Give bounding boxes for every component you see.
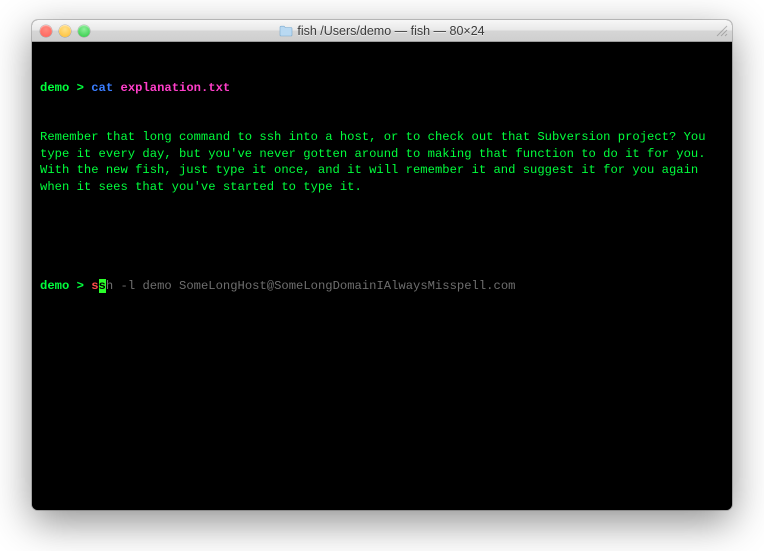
cursor-icon: s [99, 279, 106, 293]
prompt-user: demo [40, 81, 69, 95]
close-icon[interactable] [40, 25, 52, 37]
prompt-separator: > [69, 81, 91, 95]
zoom-icon[interactable] [78, 25, 90, 37]
blank-line [40, 228, 724, 244]
window-title: fish /Users/demo — fish — 80×24 [297, 24, 484, 38]
prompt-line-2: demo > ssh -l demo SomeLongHost@SomeLong… [40, 278, 724, 294]
titlebar[interactable]: fish /Users/demo — fish — 80×24 [32, 20, 732, 42]
command-name: cat [91, 81, 113, 95]
command-argument: explanation.txt [121, 81, 231, 95]
terminal-window: fish /Users/demo — fish — 80×24 demo > c… [32, 20, 732, 510]
prompt-user: demo [40, 279, 69, 293]
window-title-wrap: fish /Users/demo — fish — 80×24 [32, 24, 732, 38]
prompt-separator: > [69, 279, 91, 293]
prompt-line-1: demo > cat explanation.txt [40, 80, 724, 96]
resize-icon[interactable] [714, 23, 728, 37]
folder-icon [279, 25, 293, 37]
terminal-body[interactable]: demo > cat explanation.txt Remember that… [32, 42, 732, 510]
autosuggestion: h -l demo SomeLongHost@SomeLongDomainIAl… [106, 279, 516, 293]
typed-input: s [91, 279, 98, 293]
command-output: Remember that long command to ssh into a… [40, 129, 724, 195]
traffic-lights [40, 25, 90, 37]
minimize-icon[interactable] [59, 25, 71, 37]
